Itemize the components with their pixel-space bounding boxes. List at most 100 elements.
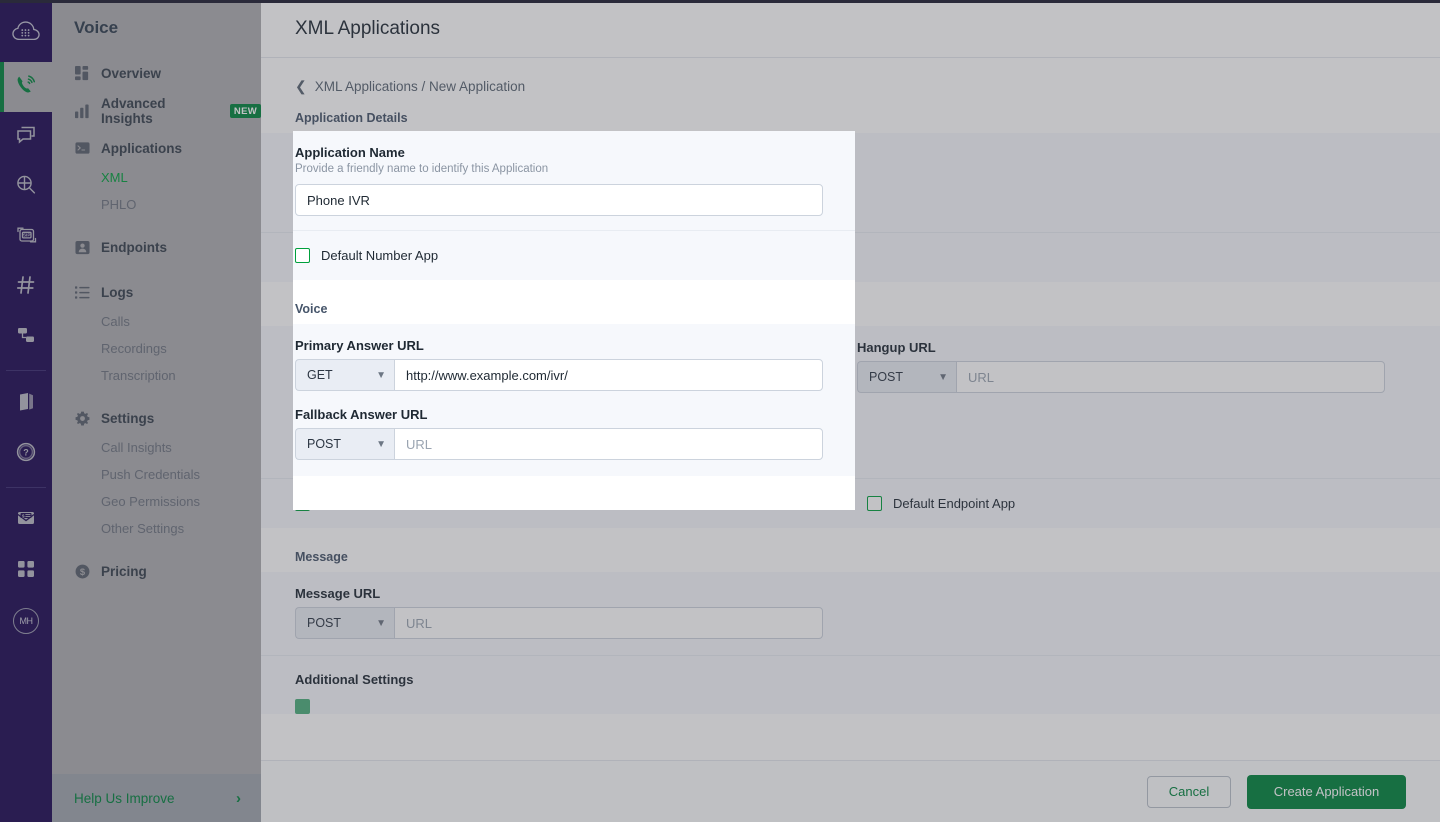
rail-item-sip[interactable]: SIP (0, 212, 52, 262)
sidebar-item-label: Overview (101, 66, 161, 81)
chevron-down-icon: ▼ (376, 370, 386, 381)
voice-phone-icon (14, 73, 38, 102)
browser-top-strip (0, 0, 1440, 3)
rail-item-lookup[interactable] (0, 162, 52, 212)
nav-group-2: Endpoints (52, 232, 261, 263)
fallback-answer-url-label: Fallback Answer URL (295, 407, 823, 422)
rail-item-help[interactable]: ? (0, 429, 52, 479)
section-label-application-details: Application Details (261, 95, 1440, 133)
sidebar-item-pricing[interactable]: $ Pricing (52, 556, 261, 587)
sidebar-item-overview[interactable]: Overview (52, 58, 261, 89)
sidebar-item-label: Applications (101, 141, 182, 156)
hangup-url-label: Hangup URL (857, 340, 1385, 355)
rail-divider (6, 370, 46, 371)
page-title: XML Applications (295, 18, 440, 40)
message-url-method-select[interactable]: POST ▼ (295, 607, 394, 639)
network-nodes-icon (15, 324, 37, 351)
endpoints-icon (74, 239, 91, 256)
col-spacer-1 (823, 147, 1385, 218)
sidebar-item-xml[interactable]: XML (52, 164, 261, 191)
sidebar-item-advanced-insights[interactable]: Advanced Insights NEW (52, 89, 261, 133)
badge-new: NEW (230, 104, 261, 118)
primary-answer-url-label: Primary Answer URL (295, 338, 823, 353)
dashboard-icon (74, 65, 91, 82)
hangup-url-method-select[interactable]: POST ▼ (857, 361, 956, 393)
sip-trunk-icon: SIP (15, 224, 38, 251)
apps-grid-icon (16, 559, 36, 584)
rail-item-apps[interactable] (0, 546, 52, 596)
checkbox-default-endpoint-app[interactable]: Default Endpoint App (867, 496, 1385, 511)
help-us-improve-button[interactable]: Help Us Improve › (52, 774, 261, 822)
svg-text:$: $ (22, 513, 25, 519)
rail-item-account-avatar[interactable]: MH (0, 596, 52, 646)
checkbox-additional-setting[interactable] (295, 699, 823, 714)
sidebar-item-calls[interactable]: Calls (52, 308, 261, 335)
field-primary-answer-url-hl: Primary Answer URL GET ▼ http://www.exam… (295, 338, 823, 391)
rail-item-voice[interactable] (0, 62, 52, 112)
sidebar-item-recordings[interactable]: Recordings (52, 335, 261, 362)
rail-item-numbers[interactable] (0, 262, 52, 312)
sidebar-item-settings[interactable]: Settings (52, 403, 261, 434)
spot-row-application-name: Application Name Provide a friendly name… (293, 131, 855, 230)
sidebar-item-transcription[interactable]: Transcription (52, 362, 261, 389)
messaging-icon (15, 124, 37, 151)
spotlight-content: Application Name Provide a friendly name… (293, 131, 855, 476)
secondary-sidebar: Voice Overview Advanced Insights NEW (52, 0, 261, 822)
additional-settings-label: Additional Settings (295, 672, 823, 687)
application-name-input[interactable]: Phone IVR (295, 184, 823, 216)
sidebar-item-call-insights[interactable]: Call Insights (52, 434, 261, 461)
bar-chart-icon (74, 103, 91, 120)
chevron-down-icon: ▼ (938, 372, 948, 383)
rail-item-messaging[interactable] (0, 112, 52, 162)
breadcrumb-text[interactable]: XML Applications / New Application (315, 79, 525, 94)
help-label: Help Us Improve (74, 791, 175, 806)
primary-answer-url-method-select[interactable]: GET ▼ (295, 359, 394, 391)
primary-answer-url-input[interactable]: http://www.example.com/ivr/ (394, 359, 823, 391)
gear-icon (74, 410, 91, 427)
cloud-grid-logo[interactable] (0, 0, 52, 62)
breadcrumb[interactable]: ❮ XML Applications / New Application (261, 58, 1440, 95)
spot-row-default-number-app: Default Number App (293, 230, 855, 280)
app-root: XML Applications ❮ XML Applications / Ne… (0, 0, 1440, 822)
sidebar-item-geo-permissions[interactable]: Geo Permissions (52, 488, 261, 515)
billing-envelope-icon: $ (15, 508, 37, 535)
sidebar-item-push-credentials[interactable]: Push Credentials (52, 461, 261, 488)
sidebar-item-other-settings[interactable]: Other Settings (52, 515, 261, 542)
nav-group-3: Logs Calls Recordings Transcription (52, 277, 261, 389)
page-header: XML Applications (261, 0, 1440, 58)
spot-row-voice-urls: Primary Answer URL GET ▼ http://www.exam… (293, 324, 855, 476)
svg-text:SIP: SIP (22, 232, 29, 237)
sidebar-item-label: Advanced Insights (101, 96, 214, 126)
sidebar-item-applications[interactable]: Applications (52, 133, 261, 164)
sidebar-item-logs[interactable]: Logs (52, 277, 261, 308)
create-application-button[interactable]: Create Application (1247, 775, 1406, 809)
rail-item-network[interactable] (0, 312, 52, 362)
sidebar-item-label: Pricing (101, 564, 147, 579)
sidebar-item-endpoints[interactable]: Endpoints (52, 232, 261, 263)
chevron-down-icon: ▼ (376, 439, 386, 450)
hangup-url-input[interactable]: URL (956, 361, 1385, 393)
chevron-left-icon[interactable]: ❮ (295, 78, 307, 95)
row-message-url: Message URL POST ▼ URL (261, 572, 1440, 655)
field-message-url: Message URL POST ▼ URL (261, 586, 823, 639)
checkbox-label: Default Endpoint App (893, 496, 1015, 511)
cancel-button[interactable]: Cancel (1147, 776, 1231, 808)
sidebar-item-phlo[interactable]: PHLO (52, 191, 261, 218)
nav-group-1: Overview Advanced Insights NEW Applicati… (52, 58, 261, 218)
svg-text:$: $ (80, 567, 86, 577)
checkbox-box-icon[interactable] (867, 496, 882, 511)
checkbox-default-number-app[interactable]: Default Number App (295, 248, 823, 263)
message-url-input[interactable]: URL (394, 607, 823, 639)
docs-book-icon (16, 391, 37, 417)
dollar-circle-icon: $ (74, 563, 91, 580)
fallback-answer-url-method-value: POST (307, 437, 341, 451)
rail-item-billing[interactable]: $ (0, 496, 52, 546)
fallback-answer-url-method-select[interactable]: POST ▼ (295, 428, 394, 460)
checkbox-box-icon[interactable] (295, 699, 310, 714)
sidebar-item-label: Logs (101, 285, 133, 300)
checkbox-label: Default Number App (321, 248, 438, 263)
checkbox-box-icon[interactable] (295, 248, 310, 263)
fallback-answer-url-input[interactable]: URL (394, 428, 823, 460)
rail-item-docs[interactable] (0, 379, 52, 429)
field-application-name-hl: Application Name Provide a friendly name… (293, 145, 823, 216)
